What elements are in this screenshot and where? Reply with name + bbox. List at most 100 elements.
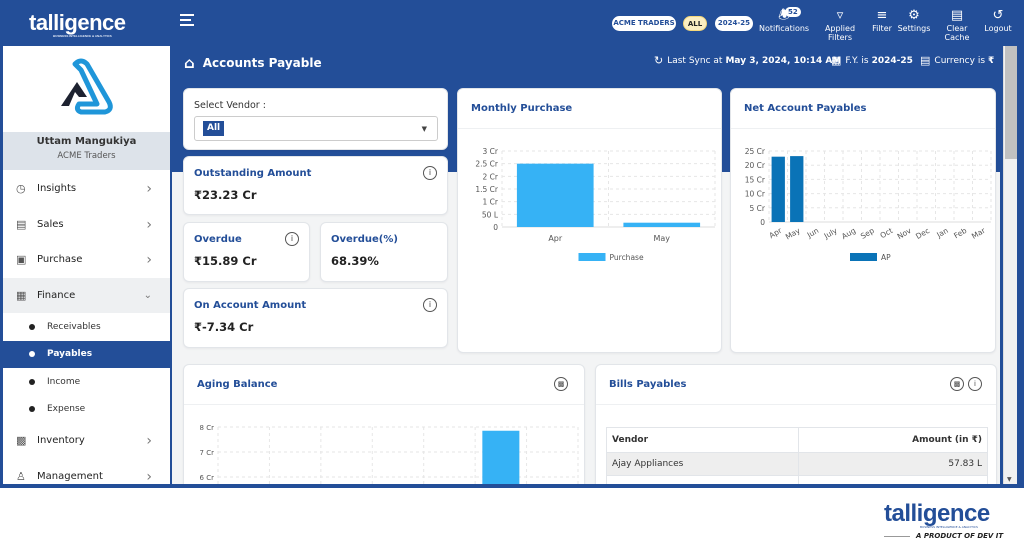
dropdown-caret-icon: ▼ xyxy=(421,125,427,133)
sidebar-item-management[interactable]: ♙ Management › xyxy=(3,459,170,485)
settings-label: Settings xyxy=(897,24,931,33)
kpi-title: Overdue(%) xyxy=(331,234,398,245)
sidebar-subitem-label: Receivables xyxy=(47,321,101,332)
chart-title: Aging Balance xyxy=(197,379,278,390)
clear-cache-button[interactable]: ▤ Clear Cache xyxy=(934,8,980,42)
vendor-select-value[interactable]: All xyxy=(203,121,225,136)
gear-icon: ⚙ xyxy=(908,8,920,23)
table-row[interactable] xyxy=(605,475,988,484)
kpi-value: 68.39% xyxy=(331,254,379,268)
x-tick-label: Feb xyxy=(952,226,968,241)
sidebar-subitem-income[interactable]: Income xyxy=(3,368,170,396)
last-sync-value: May 3, 2024, 10:14 AM xyxy=(725,55,842,66)
menu-toggle-icon[interactable] xyxy=(180,14,194,26)
net-account-payables-card: Net Account Payables 0 5 Cr 10 Cr 15 Cr 20 C… xyxy=(730,88,996,353)
bar xyxy=(771,156,785,222)
sidebar-item-purchase[interactable]: ▣ Purchase › xyxy=(3,242,170,278)
sidebar-subitem-label: Expense xyxy=(47,404,86,415)
fy-value: 2024-25 xyxy=(871,55,913,66)
applied-filters-label: Applied Filters xyxy=(824,24,856,42)
sidebar-item-sales[interactable]: ▤ Sales › xyxy=(3,207,170,243)
logout-label: Logout xyxy=(984,24,1012,33)
applied-filters-button[interactable]: ▿ Applied Filters xyxy=(812,8,868,42)
sidebar-subitem-receivables[interactable]: Receivables xyxy=(3,313,170,341)
sidebar-item-label: Finance xyxy=(37,289,76,301)
page-title: ⌂ Accounts Payable xyxy=(184,54,322,72)
scroll-down-arrow-icon[interactable]: ▼ xyxy=(1007,476,1012,483)
column-header-amount[interactable]: Amount (in ₹) xyxy=(798,427,988,453)
kpi-value: ₹-7.34 Cr xyxy=(194,320,254,334)
sliders-icon: ≡ xyxy=(876,8,888,23)
y-tick-label: 0 xyxy=(760,218,765,227)
logout-button[interactable]: ↺ Logout xyxy=(983,8,1013,40)
x-tick-label: May xyxy=(653,234,670,243)
export-icon[interactable]: ▩ xyxy=(950,377,964,391)
y-tick-label: 1 Cr xyxy=(483,198,499,207)
y-tick-label: 8 Cr xyxy=(200,424,215,432)
filter-button[interactable]: ≡ Filter xyxy=(870,8,894,40)
legend-label: Purchase xyxy=(610,253,644,262)
management-icon: ♙ xyxy=(16,469,26,483)
chevron-down-icon: ⌄ xyxy=(143,289,152,301)
notification-count: 52 xyxy=(785,7,801,17)
monthly-purchase-chart: 0 50 L 1 Cr 1.5 Cr 2 Cr 2.5 Cr 3 Cr Apr May Purch… xyxy=(475,147,716,262)
vertical-scrollbar[interactable]: ▼ xyxy=(1003,46,1017,484)
kpi-value: ₹15.89 Cr xyxy=(194,254,257,268)
card-title: Bills Payables xyxy=(609,379,687,390)
sidebar-item-insights[interactable]: ◷ Insights › xyxy=(3,171,170,207)
y-tick-label: 15 Cr xyxy=(745,175,766,184)
chevron-right-icon: › xyxy=(146,216,152,233)
bar xyxy=(790,156,804,222)
company-pill[interactable]: ACME TRADERS xyxy=(612,16,676,31)
scope-pill[interactable]: ALL xyxy=(683,16,707,31)
info-icon[interactable]: i xyxy=(423,166,437,180)
info-icon[interactable]: i xyxy=(285,232,299,246)
sidebar-subitem-payables[interactable]: Payables xyxy=(3,340,170,368)
y-tick-label: 5 Cr xyxy=(750,204,766,213)
amount-cell: 57.83 L xyxy=(798,452,988,476)
bullet-icon xyxy=(29,323,35,330)
legend-label: AP xyxy=(881,253,891,262)
sidebar-subitem-expense[interactable]: Expense xyxy=(3,396,170,424)
table-row[interactable]: Ajay Appliances 57.83 L xyxy=(605,452,988,476)
sidebar-item-inventory[interactable]: ▩ Inventory › xyxy=(3,423,170,459)
app-logo-text: talligence xyxy=(29,10,126,35)
bell-icon: 🕭 xyxy=(778,8,790,23)
fy-pill[interactable]: 2024-25 xyxy=(715,16,753,31)
footer-product-of: A PRODUCT OF DEV IT xyxy=(884,532,1014,540)
home-icon[interactable]: ⌂ xyxy=(184,54,195,72)
y-tick-label: 6 Cr xyxy=(200,474,215,482)
y-tick-label: 2 Cr xyxy=(483,172,499,181)
export-icon[interactable]: ▩ xyxy=(554,377,568,391)
bullet-icon xyxy=(29,351,35,358)
sync-icon[interactable]: ↻ xyxy=(654,54,663,67)
y-tick-label: 3 Cr xyxy=(483,147,499,156)
app-logo[interactable]: talligence BUSINESS INTELLIGENCE & ANALY… xyxy=(29,10,126,38)
purchase-icon: ▣ xyxy=(16,253,27,267)
notifications-button[interactable]: 🕭 52 Notifications xyxy=(759,7,810,40)
column-header-vendor[interactable]: Vendor xyxy=(605,427,800,453)
footer-product-text: A PRODUCT OF DEV IT xyxy=(916,532,1004,540)
vendor-select-label: Select Vendor : xyxy=(194,100,266,111)
x-tick-label: July xyxy=(822,226,840,241)
scrollbar-thumb[interactable] xyxy=(1005,46,1017,159)
info-icon[interactable]: i xyxy=(968,377,982,391)
sidebar-item-finance[interactable]: ▦ Finance ⌄ xyxy=(3,277,170,313)
y-tick-label: 10 Cr xyxy=(745,190,766,199)
chevron-right-icon: › xyxy=(146,468,152,485)
kpi-outstanding-amount: Outstanding Amount ₹23.23 Cr i xyxy=(183,156,448,215)
info-icon[interactable]: i xyxy=(423,298,437,312)
calendar-icon: ▦ xyxy=(831,54,842,67)
speedometer-icon: ◷ xyxy=(16,182,26,196)
top-bar: talligence BUSINESS INTELLIGENCE & ANALY… xyxy=(0,0,1024,44)
sidebar-subitem-label: Income xyxy=(47,376,81,387)
y-tick-label: 1.5 Cr xyxy=(475,185,499,194)
settings-button[interactable]: ⚙ Settings xyxy=(897,8,931,40)
vendor-select[interactable]: All ▼ xyxy=(194,116,438,141)
bullet-icon xyxy=(29,406,35,413)
last-sync-label: Last Sync at xyxy=(667,55,723,66)
notifications-label: Notifications xyxy=(759,24,810,33)
sidebar-item-label: Management xyxy=(37,470,103,482)
sidebar-item-label: Inventory xyxy=(37,435,85,447)
x-tick-label: Nov xyxy=(896,226,914,241)
